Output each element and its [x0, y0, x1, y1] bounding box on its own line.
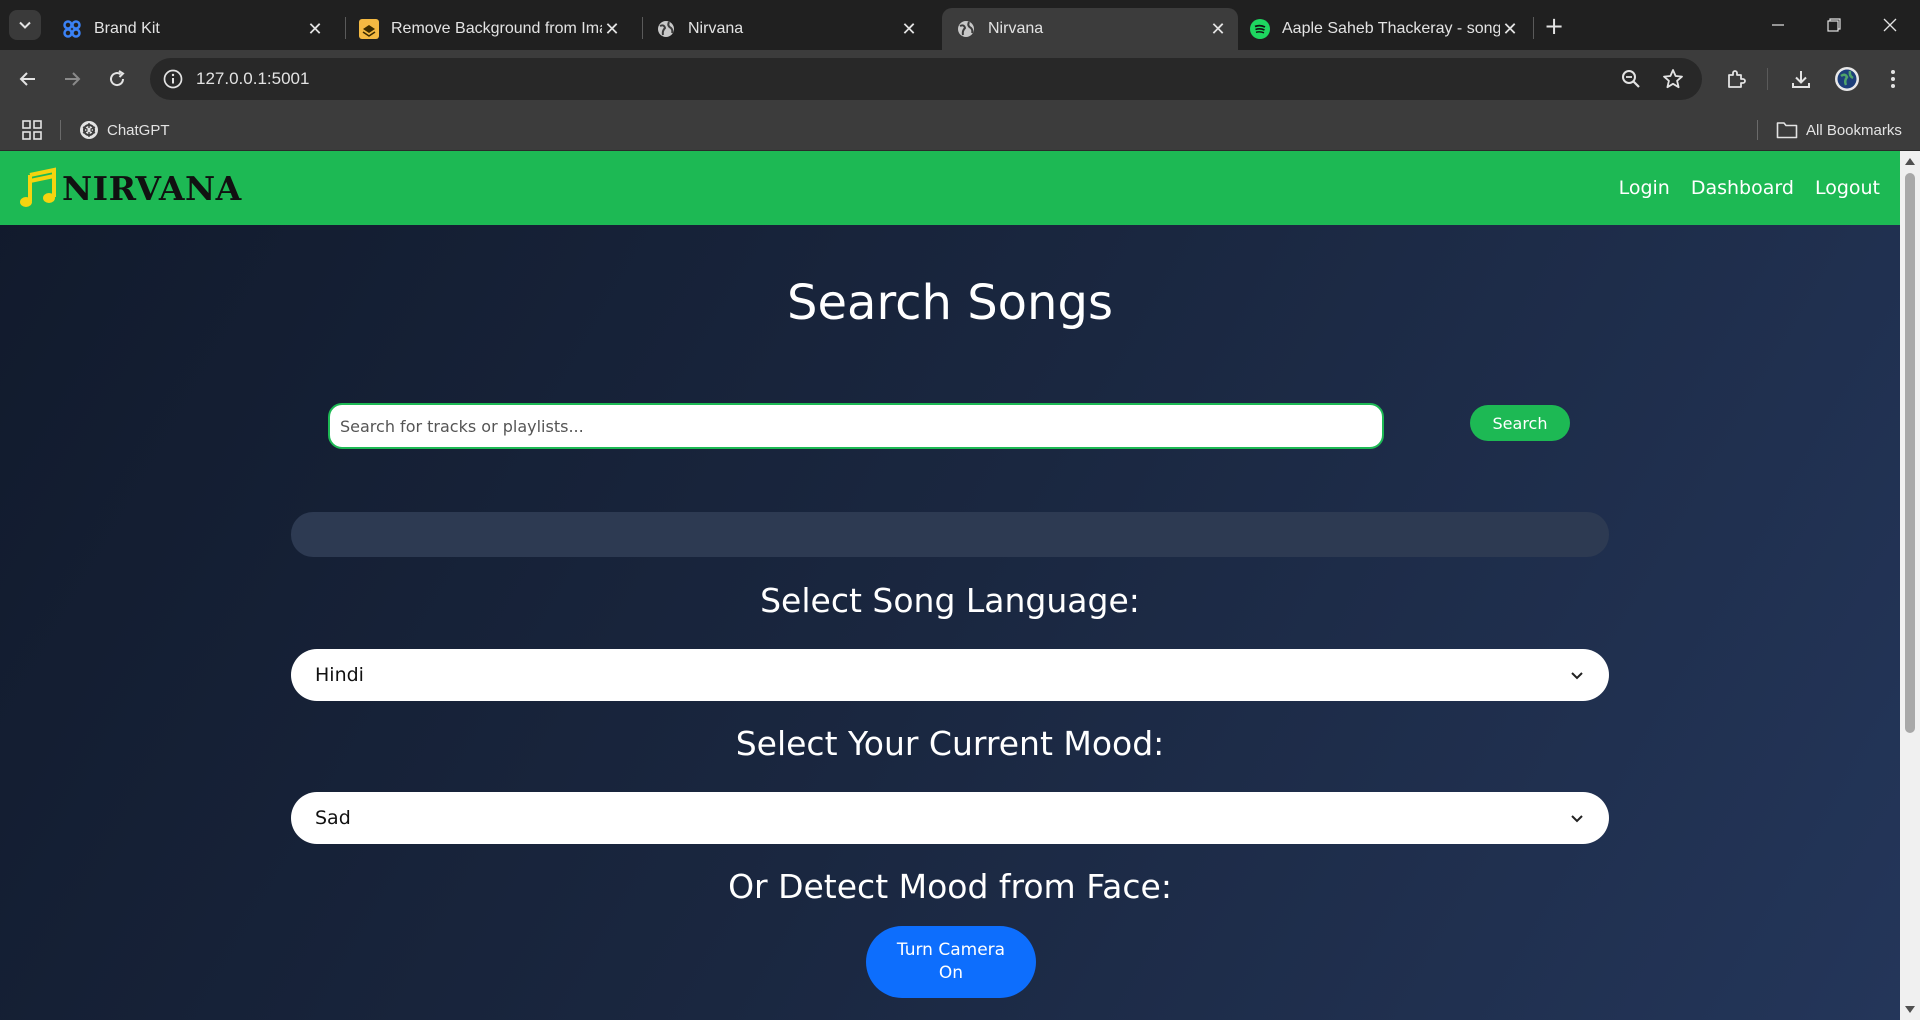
tab-title: Nirvana [988, 20, 1044, 37]
bookmark-star-icon[interactable] [1661, 67, 1685, 91]
scrollbar-thumb[interactable] [1905, 173, 1915, 733]
forward-arrow-icon[interactable] [57, 64, 87, 94]
music-note-icon [20, 167, 58, 209]
page-scrollbar[interactable] [1900, 151, 1920, 1020]
bookmark-chatgpt[interactable]: ChatGPT [79, 117, 170, 143]
browser-tab-active[interactable]: Nirvana ✕ [942, 8, 1238, 50]
extensions-puzzle-icon[interactable] [1721, 64, 1751, 94]
language-heading: Select Song Language: [760, 581, 1140, 620]
scroll-down-arrow-icon[interactable] [1904, 1004, 1916, 1016]
close-icon[interactable]: ✕ [1500, 19, 1520, 40]
brandkit-favicon-icon [62, 19, 82, 39]
tab-search-button[interactable] [9, 10, 41, 40]
close-icon[interactable]: ✕ [1208, 19, 1228, 40]
search-button[interactable]: Search [1470, 405, 1570, 441]
nav-login-link[interactable]: Login [1619, 177, 1670, 199]
browser-tab[interactable]: Brand Kit ✕ [48, 8, 335, 50]
spotify-icon [1250, 19, 1270, 39]
browser-tab[interactable]: Remove Background from Imag ✕ [345, 8, 632, 50]
nav-links: Login Dashboard Logout [1598, 151, 1880, 225]
tab-title: Remove Background from Imag [391, 20, 602, 37]
page-viewport: NIRVANA Login Dashboard Logout Search So… [0, 151, 1920, 1020]
nav-dashboard-link[interactable]: Dashboard [1691, 177, 1794, 199]
back-arrow-icon[interactable] [13, 64, 43, 94]
bookmarks-bar: ChatGPT All Bookmarks [0, 108, 1920, 151]
search-input[interactable] [328, 403, 1384, 449]
restore-icon[interactable] [1806, 0, 1862, 50]
close-icon[interactable]: ✕ [602, 19, 622, 40]
kebab-menu-icon[interactable] [1878, 64, 1908, 94]
bookmarks-divider [1757, 120, 1758, 140]
toolbar-divider [1767, 68, 1768, 90]
close-icon[interactable]: ✕ [899, 19, 919, 40]
mood-heading: Select Your Current Mood: [735, 724, 1165, 763]
search-results-area [291, 512, 1609, 557]
turn-camera-on-button[interactable]: Turn Camera On [866, 926, 1036, 998]
mood-select[interactable]: Sad [291, 792, 1609, 844]
reload-icon[interactable] [102, 64, 132, 94]
minimize-icon[interactable] [1750, 0, 1806, 50]
tab-title: Brand Kit [94, 20, 160, 37]
site-navbar: NIRVANA Login Dashboard Logout [0, 151, 1900, 225]
url-text: 127.0.0.1:5001 [196, 69, 310, 88]
language-select[interactable]: Hindi [291, 649, 1609, 701]
close-icon[interactable]: ✕ [305, 19, 325, 40]
scroll-up-arrow-icon[interactable] [1904, 155, 1916, 167]
bookmarks-divider [60, 120, 61, 140]
globe-icon [656, 19, 676, 39]
zoom-icon[interactable] [1620, 68, 1642, 90]
tab-title: Nirvana [688, 20, 744, 37]
chevron-down-icon [1569, 667, 1585, 683]
download-icon[interactable] [1786, 64, 1816, 94]
tab-strip: Brand Kit ✕ Remove Background from Imag … [0, 0, 1920, 50]
mood-select-value: Sad [315, 807, 351, 829]
browser-tab[interactable]: Aaple Saheb Thackeray - song ✕ [1236, 8, 1530, 50]
chatgpt-icon [79, 120, 99, 140]
nav-logout-link[interactable]: Logout [1815, 177, 1880, 199]
tab-separator [1533, 17, 1534, 39]
browser-toolbar: 127.0.0.1:5001 [0, 50, 1920, 108]
page-title: Search Songs [787, 275, 1113, 331]
chevron-down-icon [19, 21, 31, 29]
browser-tab[interactable]: Nirvana ✕ [642, 8, 929, 50]
chevron-down-icon [1569, 810, 1585, 826]
apps-grid-icon[interactable] [22, 120, 42, 140]
bookmark-label: ChatGPT [107, 121, 170, 139]
all-bookmarks-button[interactable]: All Bookmarks [1776, 117, 1902, 143]
brand-logo[interactable]: NIRVANA [20, 167, 242, 209]
profile-avatar[interactable] [1832, 64, 1862, 94]
tab-title: Aaple Saheb Thackeray - song [1282, 20, 1500, 37]
window-close-icon[interactable] [1862, 0, 1918, 50]
address-bar[interactable]: 127.0.0.1:5001 [150, 58, 1702, 100]
removebg-favicon-icon [359, 19, 379, 39]
all-bookmarks-label: All Bookmarks [1806, 121, 1902, 139]
folder-icon [1776, 120, 1798, 140]
globe-icon [956, 19, 976, 39]
site-info-icon[interactable] [162, 68, 184, 90]
brand-name: NIRVANA [62, 168, 242, 208]
face-detect-heading: Or Detect Mood from Face: [728, 867, 1172, 906]
language-select-value: Hindi [315, 664, 364, 686]
new-tab-plus-icon[interactable]: + [1540, 12, 1568, 40]
